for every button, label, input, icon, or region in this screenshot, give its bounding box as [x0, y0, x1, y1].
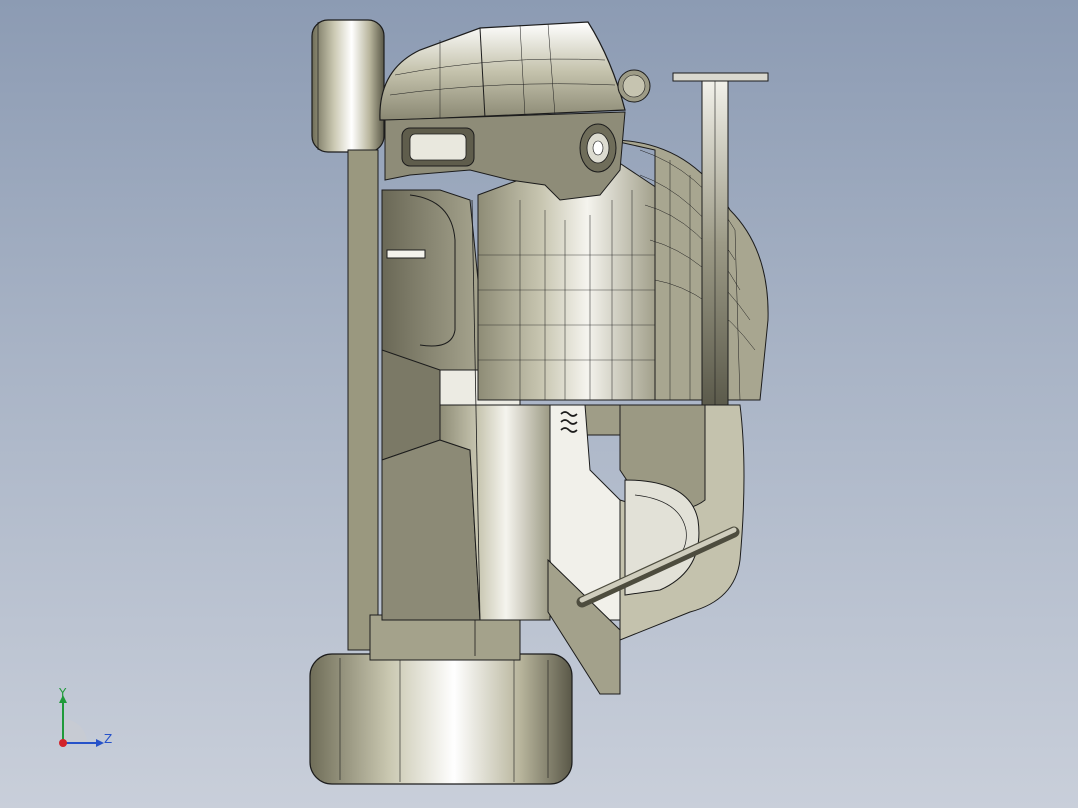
side-mirror[interactable] — [617, 69, 651, 103]
headlight[interactable] — [579, 123, 617, 173]
vehicle-model[interactable] — [0, 0, 1078, 808]
axis-y-label: Y — [59, 686, 67, 700]
cargo-bed[interactable] — [547, 404, 745, 695]
graphics-viewport[interactable]: Y Z — [0, 0, 1078, 808]
bottom-wheel[interactable] — [309, 653, 573, 785]
coordinate-triad: Y Z — [50, 685, 120, 755]
hood-top[interactable] — [379, 21, 626, 121]
top-wheel[interactable] — [311, 19, 385, 153]
axis-z-label: Z — [104, 732, 113, 746]
